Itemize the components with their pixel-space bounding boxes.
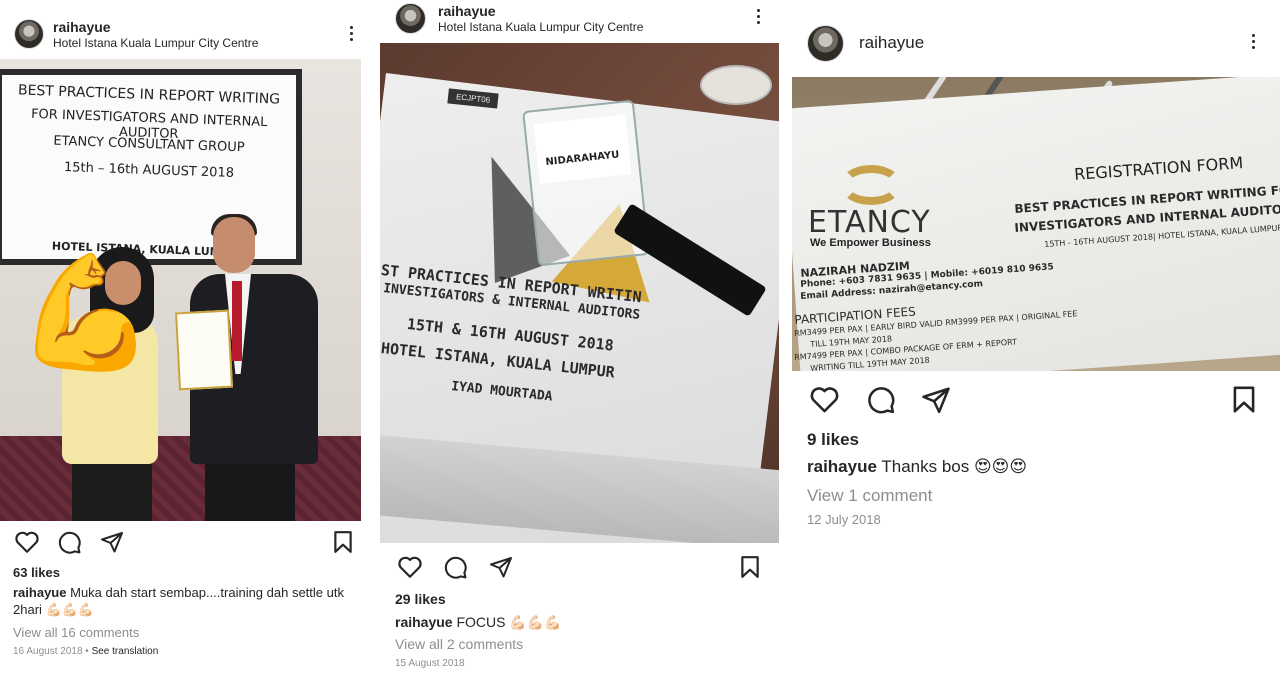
comment-icon[interactable] xyxy=(57,530,82,555)
post-date: 15 August 2018 xyxy=(395,658,465,669)
post-date: 16 August 2018 xyxy=(13,646,83,657)
bookmark-icon[interactable] xyxy=(1231,385,1257,414)
see-translation-link[interactable]: See translation xyxy=(92,646,159,657)
brand-name: ETANCY xyxy=(808,205,931,240)
post-photo[interactable]: BEST PRACTICES IN REPORT WRITING FOR INV… xyxy=(0,59,361,521)
share-icon[interactable] xyxy=(921,385,951,415)
brand-tagline: We Empower Business xyxy=(810,237,931,249)
post-photo[interactable]: ECJPT06 NIDARAHAYU ST PRACTICES IN REPOR… xyxy=(380,43,779,543)
share-icon[interactable] xyxy=(100,530,124,554)
comment-icon[interactable] xyxy=(443,555,468,580)
post-header: raihayue Hotel Istana Kuala Lumpur City … xyxy=(0,16,361,52)
caption-text: FOCUS 💪🏻💪🏻💪🏻 xyxy=(456,614,562,630)
logo-sticker xyxy=(700,65,772,105)
view-comments-link[interactable]: View all 2 comments xyxy=(395,636,523,652)
event-banner: BEST PRACTICES IN REPORT WRITING FOR INV… xyxy=(0,69,302,265)
caption: raihayue Thanks bos 😍😍😍 xyxy=(807,456,1267,478)
location[interactable]: Hotel Istana Kuala Lumpur City Centre xyxy=(438,20,643,34)
post-header: raihayue xyxy=(792,24,1280,62)
location[interactable]: Hotel Istana Kuala Lumpur City Centre xyxy=(53,36,258,50)
caption-username[interactable]: raihayue xyxy=(807,457,877,476)
like-heart-icon[interactable] xyxy=(14,530,40,554)
likes-count[interactable]: 29 likes xyxy=(395,591,446,607)
likes-count[interactable]: 63 likes xyxy=(13,565,60,580)
caption-username[interactable]: raihayue xyxy=(13,585,66,600)
bookmark-icon[interactable] xyxy=(739,555,761,579)
like-heart-icon[interactable] xyxy=(397,555,423,579)
more-options-icon[interactable] xyxy=(350,26,353,41)
comment-icon[interactable] xyxy=(866,385,896,415)
view-comments-link[interactable]: View all 16 comments xyxy=(13,625,139,640)
view-comments-link[interactable]: View 1 comment xyxy=(807,486,932,506)
username[interactable]: raihayue xyxy=(859,33,924,53)
post-3: raihayue ETANCY We Empower Business REGI… xyxy=(792,0,1280,697)
banner-line: 15th – 16th AUGUST 2018 xyxy=(63,160,235,181)
post-header: raihayue Hotel Istana Kuala Lumpur City … xyxy=(380,0,779,36)
more-options-icon[interactable] xyxy=(1252,34,1255,49)
caption: raihayue Muka dah start sembap....traini… xyxy=(13,585,358,619)
username[interactable]: raihayue xyxy=(438,3,643,19)
flexed-biceps-sticker-icon: 💪 xyxy=(16,248,156,378)
caption-username[interactable]: raihayue xyxy=(395,614,453,630)
likes-count[interactable]: 9 likes xyxy=(807,430,859,450)
caption: raihayue FOCUS 💪🏻💪🏻💪🏻 xyxy=(395,613,775,631)
avatar[interactable] xyxy=(807,24,844,62)
bookmark-icon[interactable] xyxy=(332,530,354,554)
banner-line: BEST PRACTICES IN REPORT WRITING xyxy=(17,82,281,108)
post-date: 12 July 2018 xyxy=(807,512,881,527)
certificate xyxy=(174,309,234,391)
avatar[interactable] xyxy=(14,19,44,49)
username[interactable]: raihayue xyxy=(53,19,258,35)
share-icon[interactable] xyxy=(489,555,513,579)
caption-text: Thanks bos 😍😍😍 xyxy=(881,457,1028,476)
post-date-row: 16 August 2018 • See translation xyxy=(13,646,159,657)
like-heart-icon[interactable] xyxy=(809,385,840,414)
post-1: raihayue Hotel Istana Kuala Lumpur City … xyxy=(0,0,361,697)
etancy-logo-icon xyxy=(840,165,902,205)
avatar[interactable] xyxy=(395,2,426,34)
post-2: raihayue Hotel Istana Kuala Lumpur City … xyxy=(380,0,779,697)
more-options-icon[interactable] xyxy=(757,9,760,24)
post-photo[interactable]: ETANCY We Empower Business REGISTRATION … xyxy=(792,77,1280,371)
